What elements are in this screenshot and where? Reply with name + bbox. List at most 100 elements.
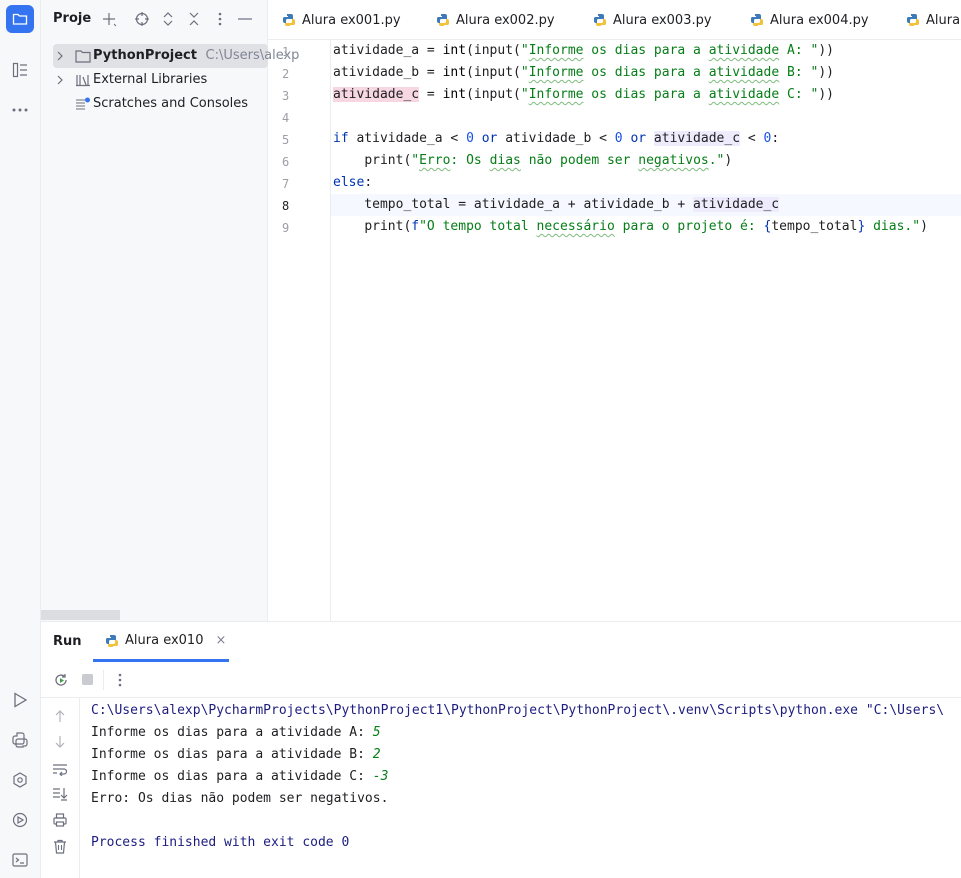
line-number: 4 [282, 111, 290, 125]
editor-tab[interactable]: Alura ex003.py [593, 0, 712, 39]
locate-icon[interactable] [133, 10, 151, 28]
code-editor[interactable]: atividade_a = int(input("Informe os dias… [331, 40, 961, 621]
tree-item-label: External Libraries [93, 72, 208, 87]
tree-item-python-project[interactable]: PythonProject C:\Users\alexp [53, 44, 299, 68]
print-icon[interactable] [52, 812, 68, 828]
debug-icon [12, 812, 28, 828]
python-file-icon [437, 14, 449, 26]
project-panel: Proje PythonProject C:\Users\alexp Exter… [41, 0, 299, 621]
debug-tool-button[interactable] [6, 806, 34, 834]
console-user-input: 5 [372, 725, 381, 740]
editor-tab[interactable]: Alura [906, 0, 961, 39]
scratches-icon [75, 97, 91, 115]
console-error-line: Erro: Os dias não podem ser negativos. [91, 791, 389, 806]
add-icon[interactable] [100, 10, 118, 28]
tab-label: Alura ex003.py [613, 12, 712, 28]
tab-label: Alura ex002.py [456, 12, 555, 28]
rerun-icon[interactable] [53, 672, 69, 692]
arrow-down-icon[interactable] [52, 734, 68, 750]
stop-icon[interactable] [81, 673, 94, 690]
python-file-icon [751, 14, 763, 26]
run-panel: Run Alura ex010 × C:\Users\alexp\Pycharm… [41, 621, 961, 878]
arrow-up-icon[interactable] [52, 708, 68, 724]
python-console-tool-button[interactable] [6, 726, 34, 754]
python-file-icon [106, 634, 118, 647]
code-line: atividade_b = int(input("Informe os dias… [333, 65, 834, 80]
console-user-input: 2 [372, 747, 381, 762]
project-panel-header: Proje [41, 0, 268, 38]
line-number: 3 [282, 89, 290, 103]
line-number: 1 [282, 45, 290, 59]
library-icon [75, 73, 91, 91]
console-line: Informe os dias para a atividade C: -3 [91, 766, 961, 788]
folder-icon [75, 49, 91, 67]
folder-icon [12, 13, 28, 25]
terminal-tool-button[interactable] [6, 846, 34, 874]
close-icon[interactable]: × [215, 633, 226, 648]
trash-icon[interactable] [52, 838, 68, 854]
run-tool-button[interactable] [6, 686, 34, 714]
code-line: print("Erro: Os dias não podem ser negat… [364, 153, 733, 168]
more-icon [12, 108, 28, 112]
run-icon [14, 692, 28, 708]
project-panel-title[interactable]: Proje [53, 11, 91, 26]
run-side-toolbar [41, 698, 80, 878]
expand-all-icon[interactable] [159, 10, 177, 28]
console-output[interactable]: C:\Users\alexp\PycharmProjects\PythonPro… [91, 700, 961, 878]
hide-icon[interactable] [236, 10, 254, 28]
editor-tab[interactable]: Alura ex004.py [750, 0, 869, 39]
project-name: PythonProject [93, 48, 197, 63]
horizontal-scrollbar[interactable] [41, 610, 120, 620]
code-line: else: [333, 175, 373, 190]
line-number: 9 [282, 221, 290, 235]
editor-tab[interactable]: Alura ex002.py [436, 0, 555, 39]
soft-wrap-icon[interactable] [52, 761, 68, 777]
project-tool-button[interactable] [6, 5, 34, 33]
tab-label: Alura ex004.py [770, 12, 869, 28]
run-panel-title: Run [53, 634, 82, 649]
code-line: atividade_a = int(input("Informe os dias… [333, 43, 834, 58]
chevron-right-icon[interactable] [55, 74, 65, 89]
more-options-icon[interactable] [118, 673, 122, 691]
code-line: atividade_c = int(input("Informe os dias… [333, 87, 834, 102]
toolbar-divider [103, 670, 104, 690]
terminal-icon [12, 853, 28, 867]
console-command-line: C:\Users\alexp\PycharmProjects\PythonPro… [91, 703, 945, 718]
chevron-right-icon[interactable] [55, 50, 65, 65]
run-toolbar [41, 662, 961, 698]
python-file-icon [283, 14, 295, 26]
python-file-icon [594, 14, 606, 26]
console-prompt: Informe os dias para a atividade A: [91, 725, 373, 740]
line-number: 5 [282, 133, 290, 147]
code-line: tempo_total = atividade_a + atividade_b … [333, 197, 780, 212]
run-config-tab[interactable]: Alura ex010 × [93, 622, 229, 662]
console-line: Informe os dias para a atividade B: 2 [91, 744, 961, 766]
line-number: 7 [282, 177, 290, 191]
options-icon[interactable] [211, 10, 229, 28]
tree-item-external-libraries[interactable]: External Libraries [41, 68, 268, 92]
editor-tab-bar: Alura ex001.py Alura ex002.py Alura ex00… [268, 0, 961, 40]
tree-item-label: Scratches and Consoles [93, 96, 249, 111]
tree-item-scratches[interactable]: Scratches and Consoles [41, 92, 268, 116]
more-tools-button[interactable] [6, 96, 34, 124]
console-line: Informe os dias para a atividade A: 5 [91, 722, 961, 744]
line-number: 2 [282, 67, 290, 81]
collapse-all-icon[interactable] [185, 10, 203, 28]
services-icon [13, 772, 27, 788]
tab-label: Alura [926, 12, 961, 28]
run-tab-label: Alura ex010 [125, 633, 204, 648]
line-number: 6 [282, 155, 290, 169]
python-console-icon [12, 732, 28, 748]
structure-tool-button[interactable] [6, 56, 34, 84]
tab-label: Alura ex001.py [302, 12, 401, 28]
console-user-input: -3 [372, 769, 389, 784]
python-file-icon [907, 14, 919, 26]
line-number-current: 8 [282, 199, 290, 213]
scroll-to-end-icon[interactable] [52, 786, 68, 802]
editor-gutter: 1 2 3 4 5 6 7 8 9 [268, 40, 331, 621]
console-exit-line: Process finished with exit code 0 [91, 835, 350, 850]
tool-window-strip [0, 0, 41, 878]
editor-tab[interactable]: Alura ex001.py [282, 0, 401, 39]
services-tool-button[interactable] [6, 766, 34, 794]
